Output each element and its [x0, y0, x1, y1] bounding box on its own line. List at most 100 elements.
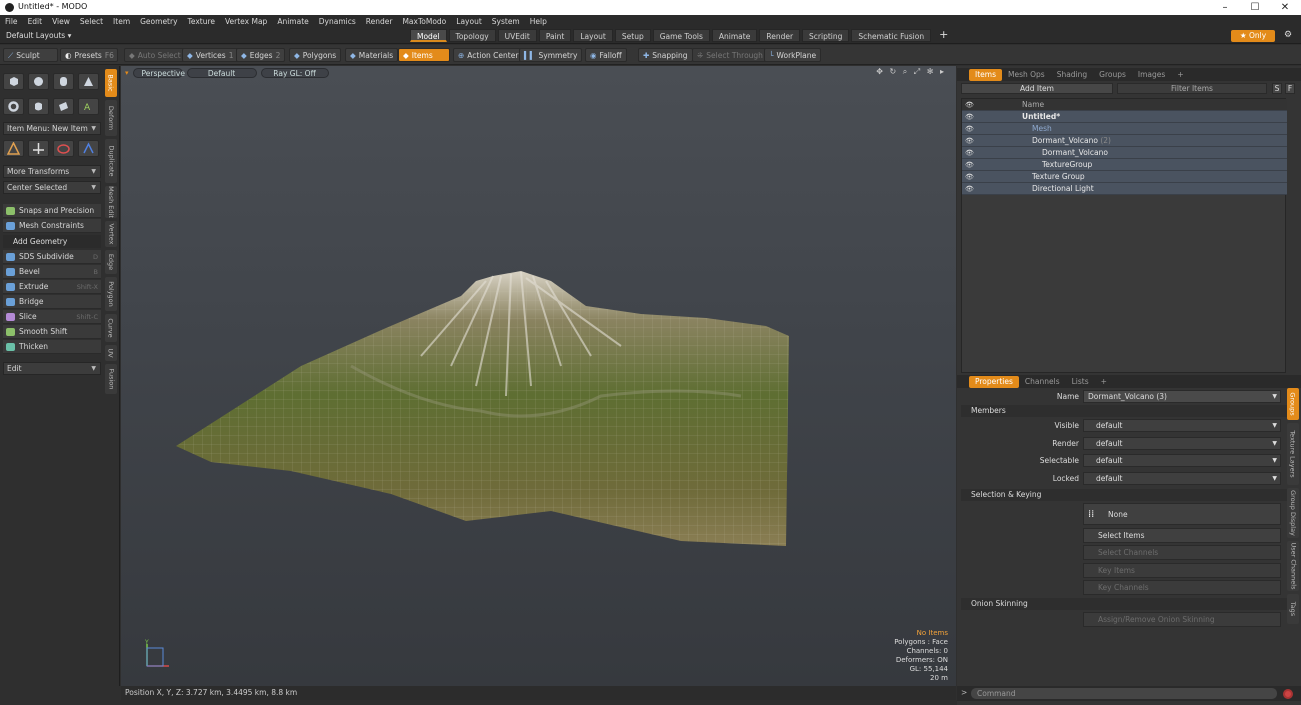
transform-icon[interactable]: [78, 140, 99, 157]
menu-help[interactable]: Help: [525, 15, 552, 28]
menu-texture[interactable]: Texture: [183, 15, 220, 28]
tab-game-tools[interactable]: Game Tools: [652, 29, 710, 42]
right-vtab-texture-layers[interactable]: Texture Layers: [1287, 423, 1299, 485]
vtab-basic[interactable]: Basic: [105, 69, 117, 97]
minimize-button[interactable]: –: [1210, 0, 1240, 15]
workplane-button[interactable]: └ WorkPlane: [764, 48, 822, 62]
vtab-duplicate[interactable]: Duplicate: [105, 139, 117, 183]
tab-properties[interactable]: Properties: [969, 375, 1019, 388]
menu-item[interactable]: Item: [108, 15, 135, 28]
vertices-button[interactable]: ◆ Vertices 1: [182, 48, 239, 62]
mesh-constraints-button[interactable]: Mesh Constraints: [3, 219, 101, 233]
cone-icon[interactable]: [78, 73, 99, 90]
eye-icon[interactable]: 👁: [965, 123, 974, 135]
eye-icon[interactable]: 👁: [965, 159, 974, 171]
auto-select-button[interactable]: ◆ Auto Select: [124, 48, 186, 62]
menu-maxtomodo[interactable]: MaxToModo: [397, 15, 451, 28]
close-button[interactable]: ✕: [1270, 0, 1300, 15]
tree-row[interactable]: 👁 Dormant_Volcano: [962, 147, 1287, 159]
add-tab-button[interactable]: +: [1171, 69, 1189, 81]
tool-thicken-button[interactable]: Thicken: [3, 340, 101, 354]
tab-scripting[interactable]: Scripting: [802, 29, 850, 42]
capsule-icon[interactable]: [28, 98, 49, 115]
menu-edit[interactable]: Edit: [23, 15, 48, 28]
symmetry-button[interactable]: ▍▍ Symmetry: [519, 48, 583, 62]
tool-sds-subdivide-button[interactable]: SDS Subdivide D: [3, 250, 101, 264]
snaps-precision-button[interactable]: Snaps and Precision: [3, 204, 101, 218]
menu-geometry[interactable]: Geometry: [135, 15, 182, 28]
eye-icon[interactable]: 👁: [965, 111, 974, 123]
right-vtab-user-channels[interactable]: User Channels: [1287, 541, 1299, 591]
vtab-mesh-edit[interactable]: Mesh Edit: [105, 186, 117, 218]
snapping-button[interactable]: ✚ Snapping: [638, 48, 693, 62]
tab-channels[interactable]: Channels: [1019, 376, 1066, 388]
eye-icon[interactable]: 👁: [965, 183, 974, 195]
edges-button[interactable]: ◆ Edges 2: [236, 48, 286, 62]
materials-button[interactable]: ◆ Materials: [345, 48, 399, 62]
tree-row[interactable]: 👁 Dormant_Volcano (2): [962, 135, 1287, 147]
scale-icon[interactable]: [53, 140, 74, 157]
onion-skinning-header[interactable]: Onion Skinning: [961, 598, 1287, 610]
only-toggle-button[interactable]: ★ Only: [1231, 30, 1275, 42]
menu-render[interactable]: Render: [361, 15, 398, 28]
select-through-button[interactable]: ⁜ Select Through: [692, 48, 768, 62]
command-input[interactable]: Command: [971, 688, 1277, 699]
3d-viewport[interactable]: ▾ Perspective Default Ray GL: Off ✥ ↻ ⌕ …: [121, 66, 956, 686]
vtab-deform[interactable]: Deform: [105, 100, 117, 136]
key-items-button[interactable]: Key Items: [1083, 563, 1281, 578]
members-header[interactable]: Members: [961, 405, 1287, 417]
right-vtab-group-display[interactable]: Group Display: [1287, 488, 1299, 538]
sculpt-button[interactable]: ⟋ Sculpt: [3, 48, 58, 62]
tab-model[interactable]: Model: [410, 29, 447, 42]
name-field[interactable]: Dormant_Volcano (3): [1083, 390, 1281, 403]
add-props-tab-button[interactable]: +: [1095, 376, 1113, 388]
maximize-button[interactable]: ☐: [1240, 0, 1270, 15]
tab-groups[interactable]: Groups: [1093, 69, 1132, 81]
presets-button[interactable]: ◐ Presets F6: [60, 48, 118, 62]
eye-icon[interactable]: 👁: [965, 171, 974, 183]
tab-render[interactable]: Render: [759, 29, 801, 42]
polygons-button[interactable]: ◆ Polygons: [289, 48, 342, 62]
tab-lists[interactable]: Lists: [1066, 376, 1095, 388]
field-dropdown[interactable]: default: [1083, 454, 1281, 467]
tab-animate[interactable]: Animate: [711, 29, 758, 42]
menu-layout[interactable]: Layout: [451, 15, 487, 28]
vtab-uv[interactable]: UV: [105, 345, 117, 361]
sphere-icon[interactable]: [28, 73, 49, 90]
vtab-fusion[interactable]: Fusion: [105, 364, 117, 394]
tool-smooth-shift-button[interactable]: Smooth Shift: [3, 325, 101, 339]
f-button[interactable]: F: [1285, 83, 1295, 94]
field-dropdown[interactable]: default: [1083, 436, 1281, 450]
more-transforms-dropdown[interactable]: More Transforms: [3, 165, 101, 178]
text-icon[interactable]: A: [78, 98, 99, 115]
action-center-button[interactable]: ⊕ Action Center: [453, 48, 524, 62]
tab-images[interactable]: Images: [1132, 69, 1171, 81]
menu-dynamics[interactable]: Dynamics: [314, 15, 361, 28]
filter-items-input[interactable]: Filter Items: [1117, 83, 1267, 94]
tree-row[interactable]: 👁 Directional Light: [962, 183, 1287, 195]
add-item-button[interactable]: Add Item: [961, 83, 1113, 94]
right-vtab-tags[interactable]: Tags: [1287, 594, 1299, 624]
tab-schematic-fusion[interactable]: Schematic Fusion: [851, 29, 932, 42]
tool-slice-button[interactable]: Slice Shift-C: [3, 310, 101, 324]
field-dropdown[interactable]: default: [1083, 471, 1281, 485]
vtab-edge[interactable]: Edge: [105, 250, 117, 274]
selection-keying-header[interactable]: Selection & Keying: [961, 489, 1287, 501]
tab-shading[interactable]: Shading: [1051, 69, 1093, 81]
torus-icon[interactable]: [3, 98, 24, 115]
tool-extrude-button[interactable]: Extrude Shift-X: [3, 280, 101, 294]
tool-bevel-button[interactable]: Bevel B: [3, 265, 101, 279]
items-button[interactable]: ◆ Items: [398, 48, 450, 62]
menu-file[interactable]: File: [0, 15, 23, 28]
center-selected-dropdown[interactable]: Center Selected: [3, 181, 101, 194]
tab-topology[interactable]: Topology: [448, 29, 496, 42]
eye-icon[interactable]: 👁: [965, 135, 974, 147]
field-dropdown[interactable]: default: [1083, 419, 1281, 432]
tab-mesh-ops[interactable]: Mesh Ops: [1002, 69, 1051, 81]
right-vtab-groups[interactable]: Groups: [1287, 388, 1299, 420]
vtab-polygon[interactable]: Polygon: [105, 277, 117, 311]
move-icon[interactable]: [3, 140, 24, 157]
vtab-vertex[interactable]: Vertex: [105, 221, 117, 247]
none-button[interactable]: ⁞⁞ None: [1083, 503, 1281, 525]
item-menu-dropdown[interactable]: Item Menu: New Item: [3, 122, 101, 135]
